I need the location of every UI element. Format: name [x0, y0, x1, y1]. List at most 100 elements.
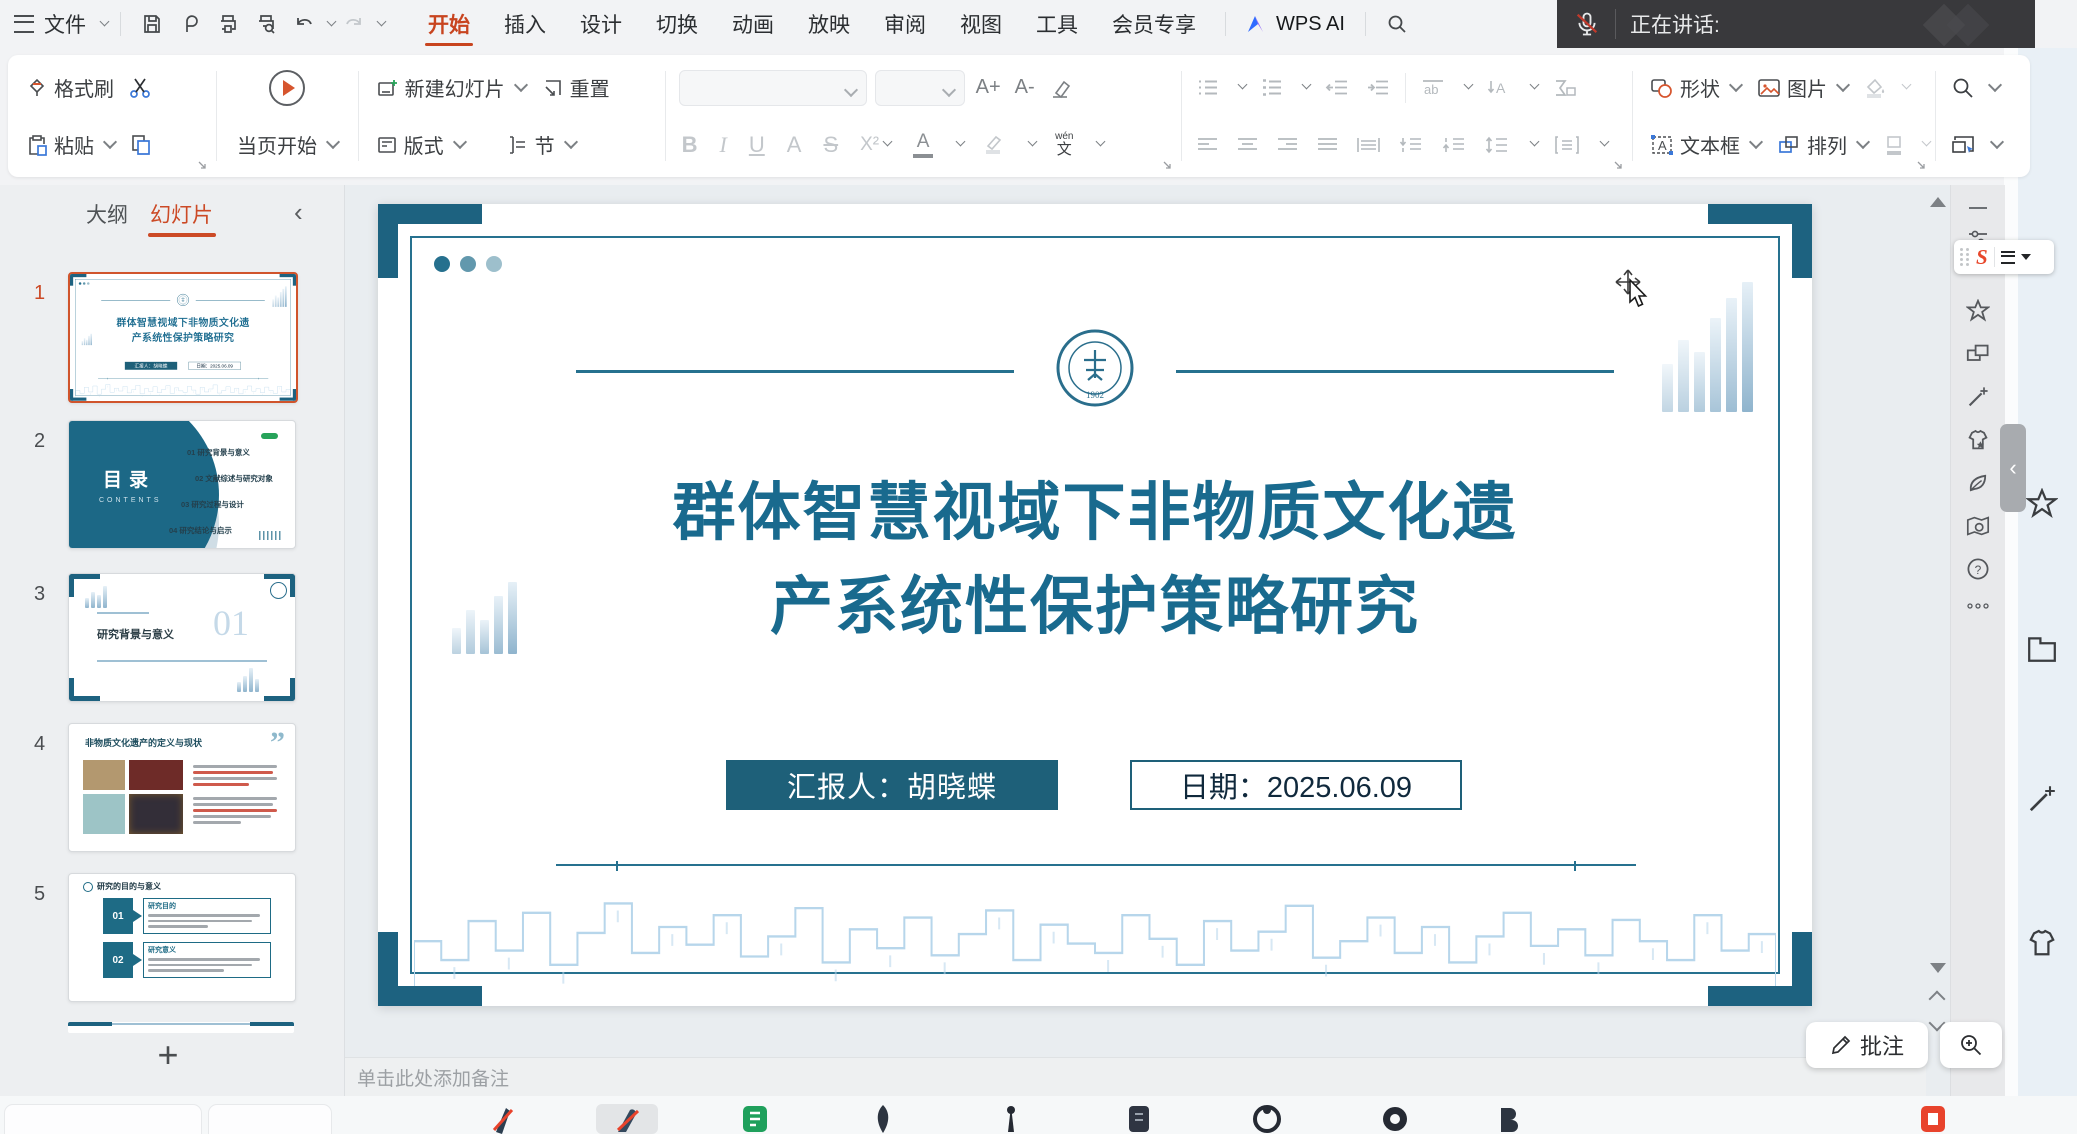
slide-thumbnail-6-partial[interactable] — [68, 1022, 294, 1033]
presenter-box[interactable]: 汇报人：胡晓蝶 — [726, 760, 1058, 810]
map-search-icon[interactable] — [1966, 515, 1990, 537]
font-color-button[interactable]: A — [910, 131, 936, 158]
save-button[interactable] — [139, 11, 165, 37]
collapse-toolbar-icon[interactable] — [1969, 207, 1987, 209]
file-menu[interactable]: 文件 — [44, 9, 86, 39]
slide-thumbnail-2[interactable]: 目录 CONTENTS 01 研究背景与意义 02 文献综述与研究对象 03 研… — [68, 420, 296, 549]
export-pdf-button[interactable] — [177, 11, 203, 37]
file-menu-chevron-icon[interactable] — [100, 16, 110, 26]
print-preview-button[interactable] — [253, 11, 279, 37]
undo-menu-chevron-icon[interactable] — [327, 16, 337, 26]
tool-dropdown-icon[interactable] — [2021, 254, 2031, 260]
clear-format-button[interactable] — [1046, 75, 1074, 101]
phonetic-guide-button[interactable]: wén 文 — [1052, 132, 1076, 157]
tab-design[interactable]: 设计 — [563, 0, 639, 48]
selection-pane-button[interactable] — [1949, 132, 1979, 158]
taskbar-window-preview[interactable] — [4, 1104, 202, 1134]
drag-handle-icon[interactable] — [1960, 248, 1970, 266]
comment-button[interactable]: 批注 — [1806, 1022, 1928, 1068]
taskbar-icon[interactable] — [486, 1102, 516, 1134]
play-slideshow-button[interactable] — [269, 70, 305, 106]
scroll-down-icon[interactable] — [1930, 963, 1946, 973]
slide-thumbnail-4[interactable]: 非物质文化遗产的定义与现状 ” — [68, 723, 296, 852]
space-after-button[interactable] — [1440, 134, 1468, 156]
picture-button[interactable]: 图片 — [1753, 71, 1852, 104]
more-options-icon[interactable] — [1966, 601, 1990, 611]
wps-ai-button[interactable]: WPS AI — [1246, 13, 1345, 36]
slide-canvas[interactable]: 1902 群体智慧视域下非物质文化遗 产系统性保护策略研究 汇报人：胡晓蝶 日期… — [378, 204, 1812, 1006]
insert-dialog-launcher-icon[interactable] — [1916, 160, 1927, 171]
increase-font-button[interactable]: A+ — [973, 76, 1004, 99]
zoom-button[interactable] — [1940, 1022, 2002, 1068]
play-from-current-button[interactable]: 当页开始 — [233, 128, 342, 161]
copy-button[interactable] — [127, 131, 155, 159]
character-border-button[interactable]: A — [784, 132, 805, 158]
decrease-indent-button[interactable] — [1323, 77, 1351, 98]
scroll-up-icon[interactable] — [1930, 197, 1946, 207]
taskbar-icon[interactable] — [1380, 1102, 1410, 1134]
slide-thumbnail-1[interactable]: 1902 群体智慧视域下非物质文化遗 产系统性保护策略研究 汇报人：胡晓蝶 日期… — [68, 272, 298, 403]
paste-button[interactable]: 粘贴 — [22, 128, 119, 161]
editing-canvas[interactable]: 1902 群体智慧视域下非物质文化遗 产系统性保护策略研究 汇报人：胡晓蝶 日期… — [345, 185, 1926, 1057]
character-spacing-button[interactable]: ab — [1419, 77, 1447, 99]
vertical-align-button[interactable] — [1553, 134, 1581, 156]
italic-button[interactable]: I — [717, 132, 730, 158]
sidebar-collapse-handle[interactable]: ‹ — [2000, 424, 2026, 512]
microphone-muted-icon[interactable] — [1573, 10, 1601, 38]
shape-outline-button[interactable] — [1880, 132, 1910, 158]
tab-view[interactable]: 视图 — [943, 0, 1019, 48]
date-box[interactable]: 日期：2025.06.09 — [1130, 760, 1462, 810]
slide-thumbnail-5[interactable]: 研究的目的与意义 01 研究目的 02 研究意义 — [68, 873, 296, 1002]
undo-button[interactable] — [291, 11, 317, 37]
taskbar-icon[interactable] — [1252, 1102, 1282, 1134]
tab-member[interactable]: 会员专享 — [1095, 0, 1213, 48]
align-center-button[interactable] — [1235, 135, 1260, 155]
beautify-leaf-icon[interactable] — [1966, 471, 1990, 495]
taskbar-icon[interactable] — [1124, 1102, 1154, 1134]
reset-button[interactable]: 重置 — [538, 71, 614, 104]
notes-area[interactable]: 单击此处添加备注 — [345, 1057, 1926, 1096]
layout-button[interactable]: 版式 — [372, 128, 469, 161]
presenter-box[interactable]: 汇报人：胡晓蝶 — [125, 362, 177, 370]
cut-button[interactable] — [126, 74, 154, 102]
taskbar-icon[interactable] — [996, 1102, 1026, 1134]
justify-button[interactable] — [1315, 135, 1340, 155]
symbol-content-button[interactable] — [1551, 77, 1579, 99]
font-dialog-launcher-icon[interactable] — [1162, 160, 1173, 171]
underline-button[interactable]: U — [746, 132, 768, 158]
clipboard-dialog-launcher-icon[interactable] — [197, 160, 208, 171]
taskbar-icon[interactable] — [612, 1102, 642, 1134]
arrange-button[interactable]: 排列 — [1773, 128, 1872, 161]
canvas-scrollbar[interactable] — [1926, 185, 1950, 1057]
tab-outline[interactable]: 大纲 — [86, 199, 128, 229]
taskbar-window-preview[interactable] — [208, 1104, 332, 1134]
date-box[interactable]: 日期：2025.06.09 — [189, 362, 241, 370]
tab-slides[interactable]: 幻灯片 — [150, 199, 213, 229]
effects-star-icon[interactable] — [1966, 299, 1990, 323]
tab-tools[interactable]: 工具 — [1019, 0, 1095, 48]
taskbar-icon[interactable] — [868, 1102, 898, 1134]
paragraph-dialog-launcher-icon[interactable] — [1613, 160, 1624, 171]
tab-insert[interactable]: 插入 — [487, 0, 563, 48]
align-right-button[interactable] — [1275, 135, 1300, 155]
superscript-button[interactable]: X² — [857, 134, 894, 156]
taskbar-icon[interactable] — [1496, 1102, 1526, 1134]
slide-thumbnail-3[interactable]: 研究背景与意义 01 — [68, 573, 296, 702]
design-tshirt-icon[interactable] — [1966, 429, 1990, 451]
decrease-font-button[interactable]: A- — [1012, 76, 1038, 99]
numbered-list-button[interactable] — [1259, 77, 1285, 98]
shape-fill-button[interactable] — [1860, 75, 1890, 101]
distribute-text-button[interactable] — [1355, 135, 1382, 155]
font-family-select[interactable] — [679, 70, 867, 106]
slide-title[interactable]: 群体智慧视域下非物质文化遗 产系统性保护策略研究 — [70, 315, 296, 345]
tool-menu-icon[interactable] — [2001, 251, 2015, 264]
textbox-button[interactable]: A 文本框 — [1646, 128, 1765, 161]
font-size-select[interactable] — [875, 70, 965, 106]
tab-slideshow[interactable]: 放映 — [791, 0, 867, 48]
main-menu-icon[interactable] — [14, 15, 34, 33]
redo-button[interactable] — [341, 11, 367, 37]
panel-collapse-icon[interactable]: ‹ — [294, 197, 303, 228]
text-direction-button[interactable]: A — [1485, 77, 1513, 99]
section-button[interactable]: 节 — [503, 128, 580, 161]
slide-canvas[interactable]: 1902 群体智慧视域下非物质文化遗 产系统性保护策略研究 汇报人：胡晓蝶 日期… — [70, 274, 296, 401]
